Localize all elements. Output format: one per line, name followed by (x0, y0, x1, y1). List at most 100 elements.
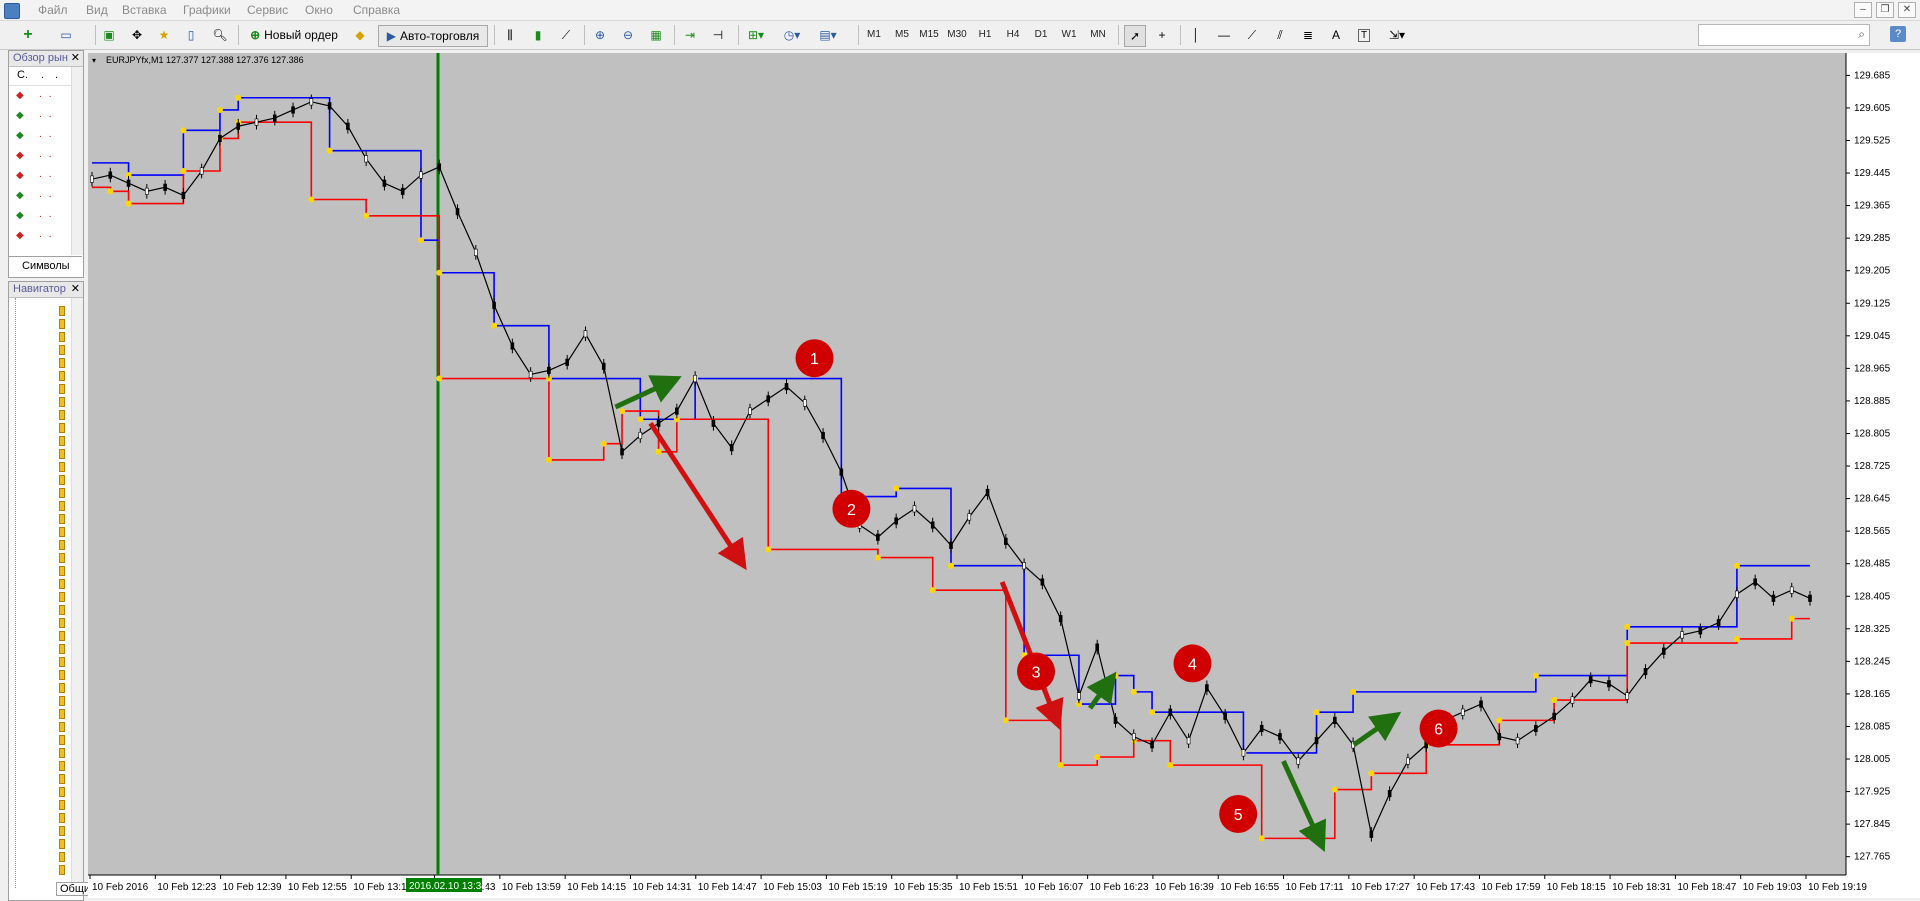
column-bid[interactable]: . (41, 69, 44, 81)
folder-icon[interactable] (59, 447, 71, 459)
folder-icon[interactable] (59, 629, 71, 641)
folder-icon[interactable] (59, 759, 71, 771)
folder-icon[interactable] (59, 785, 71, 797)
folder-icon[interactable] (59, 343, 71, 355)
chart-menu-arrow-icon[interactable]: ▾ (92, 56, 96, 65)
folder-icon[interactable] (59, 408, 71, 420)
tile-icon[interactable]: ▦ (646, 25, 666, 45)
list-item[interactable]: ◆.. (9, 87, 71, 107)
folder-icon[interactable] (59, 330, 71, 342)
crosshair-icon[interactable]: + (1152, 25, 1172, 45)
bar-chart-icon[interactable]: ⫼ (500, 25, 520, 45)
folder-icon[interactable] (59, 499, 71, 511)
close-icon[interactable]: ✕ (1898, 2, 1916, 18)
folder-icon[interactable] (59, 356, 71, 368)
favorites-icon[interactable]: ★ (154, 25, 174, 45)
chart-window[interactable]: 1 2 3 4 5 6 129.685 129.605 129.525 129.445 129.3… (88, 53, 1920, 898)
folder-icon[interactable] (59, 655, 71, 667)
list-item[interactable]: ◆.. (9, 107, 71, 127)
trendline-icon[interactable]: ⟋ (1242, 25, 1262, 45)
folder-icon[interactable] (59, 694, 71, 706)
column-symbol[interactable]: С. (17, 69, 28, 81)
list-item[interactable]: ◆.. (9, 227, 71, 247)
restore-icon[interactable]: ❐ (1876, 2, 1894, 18)
menu-insert[interactable]: Вставка (122, 3, 167, 17)
minimize-icon[interactable]: – (1854, 2, 1872, 18)
arrows-icon[interactable]: ⇲▾ (1382, 25, 1412, 45)
timeframe-m30[interactable]: M30 (944, 25, 970, 45)
menu-tools[interactable]: Сервис (247, 3, 288, 17)
folder-icon[interactable] (59, 473, 71, 485)
text-icon[interactable]: A (1326, 25, 1346, 45)
folder-icon[interactable] (59, 564, 71, 576)
period-icon[interactable]: ◷▾ (782, 25, 802, 45)
folder-icon[interactable] (59, 317, 71, 329)
price-chart[interactable]: 1 2 3 4 5 6 129.685 129.605 129.525 129.445 129.3… (88, 53, 1920, 898)
folder-icon[interactable] (59, 720, 71, 732)
horizontal-line-icon[interactable]: — (1214, 25, 1234, 45)
line-chart-icon[interactable]: ⟋ (556, 25, 576, 45)
vertical-line-icon[interactable]: │ (1186, 25, 1206, 45)
menu-window[interactable]: Окно (305, 3, 333, 17)
new-chart-icon[interactable]: + (18, 25, 38, 45)
timeframe-w1[interactable]: W1 (1058, 25, 1080, 45)
candle-chart-icon[interactable]: ▮ (528, 25, 548, 45)
folder-icon[interactable] (59, 681, 71, 693)
menu-file[interactable]: Файл (38, 3, 68, 17)
folder-icon[interactable] (59, 538, 71, 550)
folder-icon[interactable] (59, 551, 71, 563)
list-item[interactable]: ◆.. (9, 127, 71, 147)
menu-view[interactable]: Вид (86, 3, 108, 17)
menu-help[interactable]: Справка (353, 3, 400, 17)
help-icon[interactable]: ? (1890, 26, 1906, 42)
templates-icon[interactable]: ▤▾ (818, 25, 838, 45)
folder-icon[interactable] (59, 512, 71, 524)
cursor-icon[interactable]: ➚ (1124, 25, 1146, 47)
folder-icon[interactable] (59, 395, 71, 407)
folder-icon[interactable] (59, 746, 71, 758)
channel-icon[interactable]: ⫽ (1270, 25, 1290, 45)
folder-icon[interactable] (59, 460, 71, 472)
folder-icon[interactable] (59, 382, 71, 394)
folder-icon[interactable] (59, 304, 71, 316)
autotrading-button[interactable]: ▶ Авто-торговля (378, 25, 488, 47)
close-icon[interactable]: ✕ (71, 282, 80, 297)
folder-icon[interactable] (59, 798, 71, 810)
folder-icon[interactable] (59, 824, 71, 836)
crosshair-move-icon[interactable]: ✥ (127, 25, 147, 45)
list-item[interactable]: ◆.. (9, 167, 71, 187)
folder-icon[interactable] (59, 642, 71, 654)
data-window-icon[interactable]: 🔍︎ (210, 25, 230, 45)
folder-icon[interactable] (59, 525, 71, 537)
market-watch-scrollbar[interactable] (71, 67, 83, 255)
folder-icon[interactable] (59, 421, 71, 433)
timeframe-m5[interactable]: M5 (890, 25, 914, 45)
folder-icon[interactable] (59, 837, 71, 849)
new-order-button[interactable]: ⊕ Новый ордер (244, 25, 344, 45)
folder-icon[interactable] (59, 486, 71, 498)
timeframe-m15[interactable]: M15 (916, 25, 942, 45)
folder-icon[interactable] (59, 668, 71, 680)
list-item[interactable]: ◆.. (9, 207, 71, 227)
folder-icon[interactable] (59, 733, 71, 745)
navigator-icon[interactable]: ▯ (181, 25, 201, 45)
list-item[interactable]: ◆.. (9, 147, 71, 167)
column-ask[interactable]: . (55, 69, 58, 81)
expert-icon[interactable]: ◆ (350, 25, 370, 45)
navigator-scrollbar[interactable] (71, 298, 83, 888)
timeframe-h4[interactable]: H4 (1002, 25, 1024, 45)
timeframe-d1[interactable]: D1 (1030, 25, 1052, 45)
folder-icon[interactable] (59, 863, 71, 875)
folder-icon[interactable] (59, 772, 71, 784)
folder-icon[interactable] (59, 434, 71, 446)
market-watch-icon[interactable]: ▣ (99, 25, 119, 45)
folder-icon[interactable] (59, 603, 71, 615)
profiles-icon[interactable]: ▭ (56, 25, 76, 45)
folder-icon[interactable] (59, 811, 71, 823)
timeframe-h1[interactable]: H1 (974, 25, 996, 45)
tab-symbols[interactable]: Символы (8, 256, 82, 277)
folder-icon[interactable] (59, 577, 71, 589)
zoom-out-icon[interactable]: ⊖ (618, 25, 638, 45)
list-item[interactable]: ◆.. (9, 187, 71, 207)
search-icon[interactable]: ⌕ (1858, 27, 1865, 42)
